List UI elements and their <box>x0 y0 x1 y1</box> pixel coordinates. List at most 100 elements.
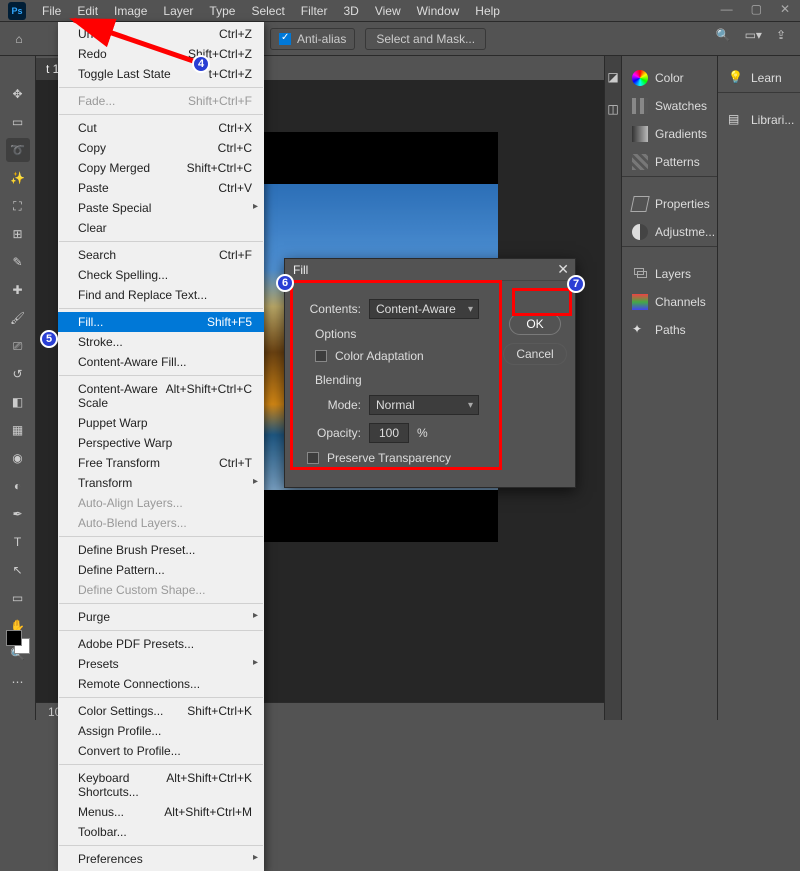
gradient-tool-icon[interactable]: ▦ <box>6 418 30 442</box>
blur-tool-icon[interactable]: ◉ <box>6 446 30 470</box>
opacity-input[interactable]: 100 <box>369 423 409 443</box>
edit-menu-item[interactable]: Purge <box>58 607 264 627</box>
menu-select[interactable]: Select <box>243 4 292 18</box>
edit-menu-item[interactable]: CutCtrl+X <box>58 118 264 138</box>
edit-menu-item[interactable]: Toggle Last Statet+Ctrl+Z <box>58 64 264 84</box>
menu-filter[interactable]: Filter <box>293 4 336 18</box>
panel-paths[interactable]: ✦Paths <box>628 316 711 344</box>
frame-tool-icon[interactable]: ⊞ <box>6 222 30 246</box>
menu-layer[interactable]: Layer <box>155 4 201 18</box>
panel-properties[interactable]: Properties <box>628 190 711 218</box>
edit-menu-item[interactable]: Convert to Profile... <box>58 741 264 761</box>
edit-menu-item[interactable]: UndoCtrl+Z <box>58 24 264 44</box>
panel-adjustments[interactable]: Adjustme... <box>628 218 711 246</box>
panel-libraries[interactable]: ▤Librari... <box>724 106 794 134</box>
edit-menu-item[interactable]: Define Brush Preset... <box>58 540 264 560</box>
fill-dialog-titlebar[interactable]: Fill ✕ <box>285 259 575 281</box>
minimize-icon[interactable]: — <box>721 2 733 16</box>
menu-image[interactable]: Image <box>106 4 155 18</box>
edit-menu-item[interactable]: Define Pattern... <box>58 560 264 580</box>
panel-icon-2[interactable]: ◫ <box>607 102 618 116</box>
edit-menu-item[interactable]: Remote Connections... <box>58 674 264 694</box>
edit-menu-item[interactable]: Stroke... <box>58 332 264 352</box>
edit-menu-item[interactable]: Free TransformCtrl+T <box>58 453 264 473</box>
color-adaptation-checkbox[interactable] <box>315 350 327 362</box>
edit-menu-item[interactable]: Keyboard Shortcuts...Alt+Shift+Ctrl+K <box>58 768 264 802</box>
edit-menu-dropdown: UndoCtrl+ZRedoShift+Ctrl+ZToggle Last St… <box>58 22 264 871</box>
home-icon[interactable]: ⌂ <box>8 28 30 50</box>
maximize-icon[interactable]: ▢ <box>751 2 762 16</box>
close-icon[interactable]: ✕ <box>780 2 790 16</box>
edit-menu-item[interactable]: Find and Replace Text... <box>58 285 264 305</box>
menu-edit[interactable]: Edit <box>69 4 106 18</box>
menu-3d[interactable]: 3D <box>335 4 366 18</box>
edit-menu-item[interactable]: Preferences <box>58 849 264 869</box>
marquee-tool-icon[interactable]: ▭ <box>6 110 30 134</box>
edit-menu-item[interactable]: CopyCtrl+C <box>58 138 264 158</box>
history-brush-icon[interactable]: ↺ <box>6 362 30 386</box>
menu-view[interactable]: View <box>367 4 409 18</box>
edit-menu-item[interactable]: Copy MergedShift+Ctrl+C <box>58 158 264 178</box>
stamp-tool-icon[interactable]: ⎚ <box>6 334 30 358</box>
edit-menu-item[interactable]: RedoShift+Ctrl+Z <box>58 44 264 64</box>
fill-dialog-close-icon[interactable]: ✕ <box>557 261 569 278</box>
panel-icon-1[interactable]: ◪ <box>607 70 618 84</box>
edit-menu-item[interactable]: Perspective Warp <box>58 433 264 453</box>
cancel-button[interactable]: Cancel <box>503 343 567 365</box>
ok-button[interactable]: OK <box>509 313 561 335</box>
fg-color-swatch[interactable] <box>6 630 22 646</box>
toolbar-edit-icon[interactable]: ⋯ <box>6 670 30 694</box>
antialias-toggle[interactable]: ✓ Anti-alias <box>270 28 355 50</box>
heal-tool-icon[interactable]: ✚ <box>6 278 30 302</box>
menu-file[interactable]: File <box>34 4 69 18</box>
pen-tool-icon[interactable]: ✒ <box>6 502 30 526</box>
edit-menu-item[interactable]: Assign Profile... <box>58 721 264 741</box>
edit-menu-item[interactable]: Transform <box>58 473 264 493</box>
share-icon[interactable]: ⇪ <box>776 28 786 42</box>
search-icon[interactable]: 🔍 <box>716 28 731 42</box>
panel-learn[interactable]: 💡Learn <box>724 64 794 92</box>
panel-gradients[interactable]: Gradients <box>628 120 711 148</box>
panel-color[interactable]: Color <box>628 64 711 92</box>
edit-menu-item[interactable]: Fill...Shift+F5 <box>58 312 264 332</box>
edit-menu-item[interactable]: Adobe PDF Presets... <box>58 634 264 654</box>
select-and-mask-button[interactable]: Select and Mask... <box>365 28 486 50</box>
crop-tool-icon[interactable]: ⛶ <box>6 194 30 218</box>
contents-dropdown[interactable]: Content-Aware <box>369 299 479 319</box>
edit-menu-item[interactable]: Content-Aware ScaleAlt+Shift+Ctrl+C <box>58 379 264 413</box>
edit-menu-item[interactable]: Clear <box>58 218 264 238</box>
path-select-icon[interactable]: ↖ <box>6 558 30 582</box>
edit-menu-item[interactable]: SearchCtrl+F <box>58 245 264 265</box>
menu-help[interactable]: Help <box>467 4 508 18</box>
mode-dropdown[interactable]: Normal <box>369 395 479 415</box>
eraser-tool-icon[interactable]: ◧ <box>6 390 30 414</box>
libraries-icon: ▤ <box>728 112 744 128</box>
edit-menu-item[interactable]: Presets <box>58 654 264 674</box>
panel-patterns[interactable]: Patterns <box>628 148 711 176</box>
panel-swatches[interactable]: Swatches <box>628 92 711 120</box>
workspace-icon[interactable]: ▭▾ <box>745 28 762 42</box>
type-tool-icon[interactable]: T <box>6 530 30 554</box>
lasso-tool-icon[interactable]: ➰ <box>6 138 30 162</box>
move-tool-icon[interactable]: ✥ <box>6 82 30 106</box>
preserve-transparency-checkbox[interactable] <box>307 452 319 464</box>
edit-menu-item[interactable]: Content-Aware Fill... <box>58 352 264 372</box>
brush-tool-icon[interactable]: 🖌 <box>6 306 30 330</box>
edit-menu-item[interactable]: Color Settings...Shift+Ctrl+K <box>58 701 264 721</box>
edit-menu-item[interactable]: Toolbar... <box>58 822 264 842</box>
edit-menu-item[interactable]: Puppet Warp <box>58 413 264 433</box>
shape-tool-icon[interactable]: ▭ <box>6 586 30 610</box>
panel-channels[interactable]: Channels <box>628 288 711 316</box>
edit-menu-item[interactable]: Paste Special <box>58 198 264 218</box>
eyedropper-tool-icon[interactable]: ✎ <box>6 250 30 274</box>
menu-window[interactable]: Window <box>409 4 468 18</box>
wand-tool-icon[interactable]: ✨ <box>6 166 30 190</box>
panel-layers[interactable]: Layers <box>628 260 711 288</box>
menu-type[interactable]: Type <box>201 4 243 18</box>
edit-menu-item[interactable]: PasteCtrl+V <box>58 178 264 198</box>
annotation-badge-4: 4 <box>192 55 210 73</box>
edit-menu-item[interactable]: Menus...Alt+Shift+Ctrl+M <box>58 802 264 822</box>
tools-panel: ✥ ▭ ➰ ✨ ⛶ ⊞ ✎ ✚ 🖌 ⎚ ↺ ◧ ▦ ◉ ◐ ✒ T ↖ ▭ ✋ … <box>0 56 36 720</box>
dodge-tool-icon[interactable]: ◐ <box>6 474 30 498</box>
edit-menu-item[interactable]: Check Spelling... <box>58 265 264 285</box>
